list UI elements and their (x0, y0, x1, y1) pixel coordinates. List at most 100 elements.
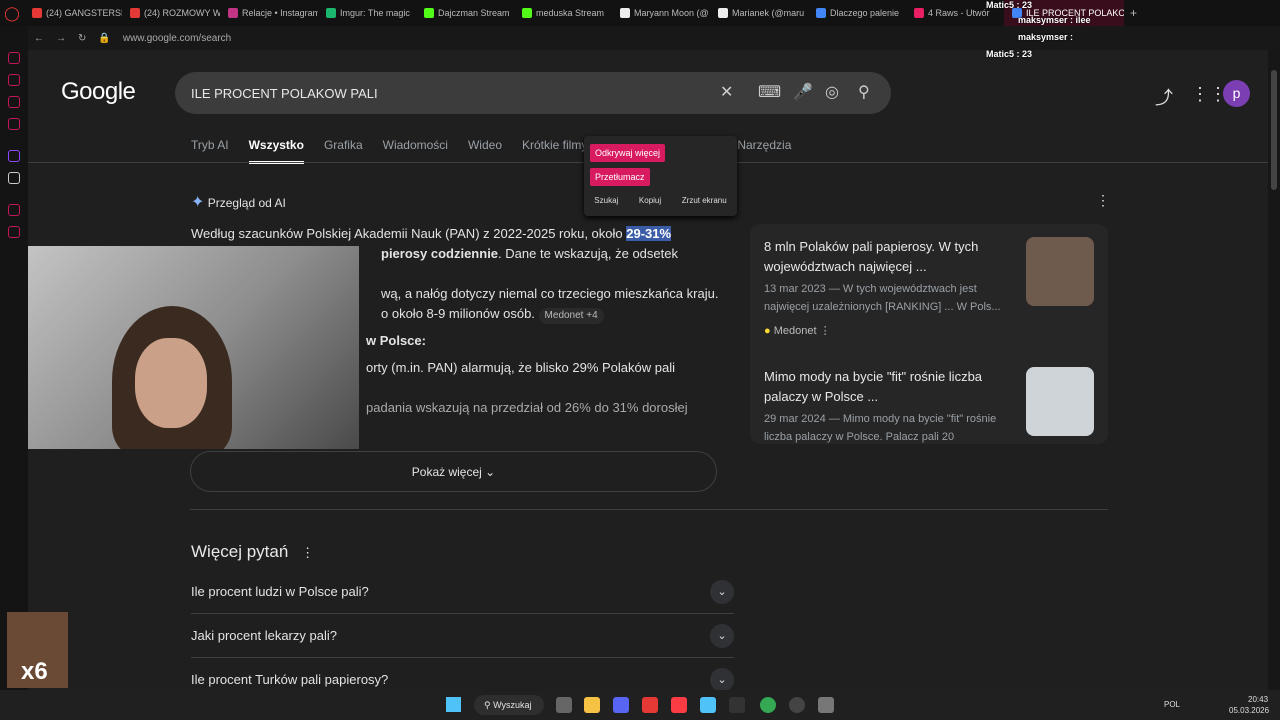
chevron-down-icon[interactable]: ⌄ (710, 624, 734, 648)
scrollbar-thumb[interactable] (1271, 70, 1277, 190)
browser-tab[interactable]: meduska Stream (514, 0, 612, 26)
tab-videos[interactable]: Wideo (468, 138, 502, 164)
opera-logo-icon[interactable]: ◯ (0, 5, 24, 22)
discord-icon[interactable] (613, 697, 629, 713)
thumbnail-1[interactable] (1026, 237, 1094, 306)
clock-time[interactable]: 20:43 (1248, 695, 1268, 704)
browser-tab[interactable]: Relacje • Instagram (220, 0, 318, 26)
x-icon[interactable] (8, 172, 20, 184)
tab-short-videos[interactable]: Krótkie filmy (522, 138, 587, 164)
history-icon[interactable] (8, 204, 20, 216)
music-app-icon[interactable] (671, 697, 687, 713)
lens-icon[interactable]: ◎ (825, 82, 839, 102)
selected-text: 29-31% (626, 226, 672, 241)
tab-ai-mode[interactable]: Tryb AI (191, 138, 229, 164)
opera-icon[interactable] (642, 697, 658, 713)
search-query[interactable]: ILE PROCENT POLAKOW PALI (191, 86, 378, 101)
browser-tab[interactable]: (24) GANGSTERSKI (24, 0, 122, 26)
tab-tools[interactable]: Narzędzia (737, 138, 791, 164)
ctx-search[interactable]: Szukaj (594, 196, 618, 205)
more-options-icon[interactable]: ⋮ (1096, 192, 1110, 209)
people-also-ask-heading: Więcej pytań ⋮ (191, 542, 315, 561)
tab-label: Maryann Moon (@ (634, 8, 709, 18)
address-bar: ← → ↻ 🔒 www.google.com/search (28, 26, 1280, 50)
back-icon[interactable]: ← (34, 33, 44, 44)
browser-tab[interactable]: (24) ROZMOWY W (122, 0, 220, 26)
clear-icon[interactable]: ✕ (720, 82, 733, 102)
browser-tab[interactable]: Dajczman Stream (416, 0, 514, 26)
search-icon[interactable]: ⚲ (858, 82, 870, 102)
favicon-icon (424, 8, 434, 18)
favicon-icon (326, 8, 336, 18)
emote-badge: x6 (7, 612, 68, 688)
language-indicator[interactable]: POL (1164, 700, 1180, 709)
chevron-down-icon[interactable]: ⌄ (710, 580, 734, 604)
favicon-icon (816, 8, 826, 18)
messenger-icon[interactable] (8, 52, 20, 64)
music-icon[interactable] (8, 118, 20, 130)
tab-label: Dajczman Stream (438, 8, 510, 18)
discover-more-button[interactable]: Odkrywaj więcej (590, 144, 666, 162)
forward-icon[interactable]: → (56, 33, 66, 44)
browser-tab[interactable]: Imgur: The magic (318, 0, 416, 26)
source-name[interactable]: ● Medonet ⋮ (764, 324, 831, 337)
chat-line: maksymser : ilee (1018, 15, 1091, 25)
tab-all[interactable]: Wszystko (248, 138, 304, 164)
share-icon[interactable]: ⤴ (1155, 84, 1173, 110)
chat-line: maksymser : (1018, 32, 1074, 42)
translate-button[interactable]: Przetłumacz (590, 168, 650, 186)
notepad-icon[interactable] (700, 697, 716, 713)
show-more-button[interactable]: Pokaż więcej ⌄ (190, 451, 717, 492)
pinboard-icon[interactable] (8, 226, 20, 238)
chevron-down-icon[interactable]: ⌄ (710, 668, 734, 690)
twitch-icon[interactable] (8, 150, 20, 162)
taskbar-search[interactable]: ⚲ Wyszukaj (474, 695, 544, 715)
source-chip[interactable]: Medonet +4 (538, 308, 604, 324)
mic-icon[interactable]: 🎤 (793, 82, 813, 102)
google-logo[interactable]: Google (61, 78, 136, 106)
favicon-icon (522, 8, 532, 18)
question-item[interactable]: Ile procent ludzi w Polsce pali? ⌄ (191, 570, 734, 614)
windows-start-icon[interactable] (446, 697, 461, 712)
kick-icon[interactable] (729, 697, 745, 713)
file-explorer-icon[interactable] (584, 697, 600, 713)
more-options-icon[interactable]: ⋮ (301, 545, 314, 560)
question-item[interactable]: Jaki procent lekarzy pali? ⌄ (191, 614, 734, 658)
browser-tab[interactable]: Marianek (@maru (710, 0, 808, 26)
google-results-page: Google ILE PROCENT POLAKOW PALI ✕ ⌨ 🎤 ◎ … (28, 50, 1268, 690)
tab-list: (24) GANGSTERSKI (24) ROZMOWY W Relacje • … (24, 0, 1124, 26)
settings-icon[interactable] (818, 697, 834, 713)
question-item[interactable]: Ile procent Turków pali papierosy? ⌄ (191, 658, 734, 690)
source-snippet-1: 13 mar 2023 — W tych województwach jest … (764, 283, 1001, 313)
reload-icon[interactable]: ↻ (78, 33, 86, 44)
whatsapp-icon[interactable] (8, 96, 20, 108)
task-view-icon[interactable] (556, 697, 572, 713)
new-tab-button[interactable]: + (1124, 6, 1143, 20)
keyboard-icon[interactable]: ⌨ (758, 82, 781, 102)
tab-news[interactable]: Wiadomości (383, 138, 448, 164)
favicon-icon (228, 8, 238, 18)
avatar[interactable]: p (1223, 80, 1250, 107)
lock-icon: 🔒 (98, 32, 111, 44)
chrome-icon[interactable] (760, 697, 776, 713)
obs-icon[interactable] (789, 697, 805, 713)
instagram-icon[interactable] (8, 74, 20, 86)
source-title-2[interactable]: Mimo mody na bycie "fit" rośnie liczba p… (764, 367, 1014, 407)
browser-tab[interactable]: Dlaczego palenie (808, 0, 906, 26)
source-title-1[interactable]: 8 mln Polaków pali papierosy. W tych woj… (764, 237, 1014, 277)
thumbnail-2[interactable] (1026, 367, 1094, 436)
tab-label: (24) GANGSTERSKI (46, 8, 122, 18)
apps-grid-icon[interactable]: ⋮⋮ (1191, 84, 1227, 105)
browser-tab[interactable]: Maryann Moon (@ (612, 0, 710, 26)
source-card: 8 mln Polaków pali papierosy. W tych woj… (750, 224, 1108, 444)
divider (190, 509, 1108, 510)
ctx-copy[interactable]: Kopiuj (639, 196, 661, 205)
scrollbar[interactable] (1268, 50, 1280, 690)
url-field[interactable]: www.google.com/search (123, 33, 231, 44)
clock-date[interactable]: 05.03.2026 (1229, 706, 1269, 715)
tab-label: 4 Raws - Utwór (928, 8, 990, 18)
search-input[interactable]: ILE PROCENT POLAKOW PALI ✕ ⌨ 🎤 ◎ ⚲ (175, 72, 891, 114)
tab-images[interactable]: Grafika (324, 138, 363, 164)
sparkle-icon: ✦ (191, 194, 205, 211)
ctx-screenshot[interactable]: Zrzut ekranu (682, 196, 727, 205)
